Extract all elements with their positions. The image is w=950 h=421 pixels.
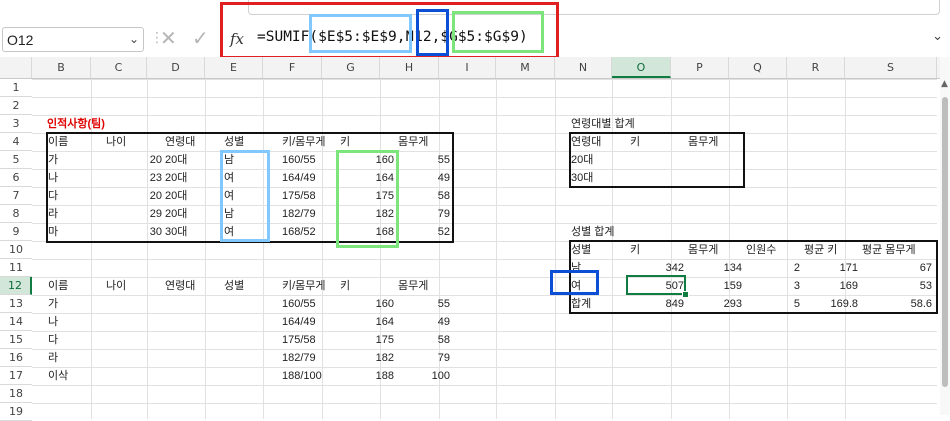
table2-cell[interactable]: 160 (340, 295, 394, 313)
scrollbar-thumb[interactable] (942, 97, 948, 387)
table2-cell[interactable]: 55 (398, 295, 450, 313)
row-header-18[interactable]: 18 (0, 385, 32, 403)
table2-cell[interactable]: 188/100 (282, 367, 322, 385)
table2-cell[interactable]: 나 (48, 313, 58, 331)
table2-cell[interactable]: 49 (398, 313, 450, 331)
table2-cell[interactable]: 188 (340, 367, 394, 385)
table2-cell[interactable]: 라 (48, 349, 58, 367)
scroll-up-icon[interactable]: ▲ (941, 79, 948, 89)
table2-header-weight: 몸무게 (398, 280, 429, 292)
table2-header-age: 나이 (106, 280, 127, 292)
row-header-2[interactable]: 2 (0, 97, 32, 115)
row-header-15[interactable]: 15 (0, 331, 32, 349)
table2-cell[interactable]: 175 (340, 331, 394, 349)
row-header-17[interactable]: 17 (0, 367, 32, 385)
row-header-3[interactable]: 3 (0, 115, 32, 133)
table2-cell[interactable]: 이삭 (48, 367, 68, 385)
age-table-title: 연령대별 합계 (571, 118, 635, 130)
check-icon[interactable]: ✓ (192, 26, 209, 50)
col-header-m[interactable]: M (496, 57, 555, 78)
criteria-cell-highlight (550, 270, 599, 295)
formula-highlight-range2 (452, 11, 544, 53)
table2-cell[interactable]: 79 (398, 349, 450, 367)
row-header-8[interactable]: 8 (0, 205, 32, 223)
table2-cell[interactable]: 175/58 (282, 331, 316, 349)
age-table-border (569, 132, 745, 188)
col-header-d[interactable]: D (147, 57, 205, 78)
active-cell-o12[interactable] (626, 275, 686, 295)
row-header-11[interactable]: 11 (0, 259, 32, 277)
chevron-down-icon[interactable]: ⌄ (129, 32, 139, 46)
gender-table-title: 성별 합계 (571, 226, 615, 238)
row-header-14[interactable]: 14 (0, 313, 32, 331)
table2-cell[interactable]: 182 (340, 349, 394, 367)
col-header-q[interactable]: Q (729, 57, 787, 78)
table2-cell[interactable]: 58 (398, 331, 450, 349)
table2-cell[interactable]: 164 (340, 313, 394, 331)
fill-handle[interactable] (682, 291, 689, 298)
row-header-16[interactable]: 16 (0, 349, 32, 367)
row-header-12[interactable]: 12 (0, 277, 32, 295)
gender-table-border (569, 240, 938, 314)
formula-highlight-range1 (309, 14, 412, 53)
vertical-scrollbar[interactable]: ▲ (940, 57, 950, 415)
col-header-f[interactable]: F (263, 57, 322, 78)
row-header-10[interactable]: 10 (0, 241, 32, 259)
table1-title: 인적사항(팀) (47, 118, 105, 130)
table2-header-name: 이름 (48, 280, 69, 292)
height-range-highlight (336, 150, 399, 248)
col-header-i[interactable]: I (439, 57, 496, 78)
column-headers: B C D E F G H I M N O P Q R S (0, 57, 950, 79)
row-header-5[interactable]: 5 (0, 151, 32, 169)
table2-cell[interactable]: 가 (48, 295, 58, 313)
col-header-b[interactable]: B (32, 57, 91, 78)
col-header-n[interactable]: N (555, 57, 612, 78)
row-header-6[interactable]: 6 (0, 169, 32, 187)
row-header-19[interactable]: 19 (0, 403, 32, 421)
table2-cell[interactable]: 100 (398, 367, 450, 385)
table2-cell[interactable]: 164/49 (282, 313, 316, 331)
col-header-c[interactable]: C (91, 57, 147, 78)
col-header-s[interactable]: S (845, 57, 937, 78)
col-header-e[interactable]: E (205, 57, 263, 78)
col-header-o[interactable]: O (612, 57, 671, 78)
table2-header-hw: 키/몸무게 (282, 280, 326, 292)
expand-formula-chevron-icon[interactable]: ⌄ (932, 29, 943, 44)
table2-cell[interactable]: 182/79 (282, 349, 316, 367)
row-header-7[interactable]: 7 (0, 187, 32, 205)
worksheet[interactable]: B C D E F G H I M N O P Q R S 1 2 3 4 5 … (0, 57, 950, 421)
table2-cell[interactable]: 다 (48, 331, 58, 349)
table2-header-gender: 성별 (224, 280, 245, 292)
table2-cell[interactable]: 160/55 (282, 295, 316, 313)
gender-range-highlight (220, 150, 270, 242)
col-header-h[interactable]: H (380, 57, 439, 78)
name-box[interactable]: O12 ⌄ (2, 27, 144, 52)
name-box-value: O12 (7, 32, 34, 48)
table2-header-agegroup: 연령대 (165, 280, 196, 292)
row-header-1[interactable]: 1 (0, 79, 32, 97)
formula-highlight-criteria (416, 9, 449, 56)
row-header-9[interactable]: 9 (0, 223, 32, 241)
table2-header-height: 키 (340, 280, 351, 292)
formula-bar-grip: ⋮ (150, 30, 165, 46)
row-header-13[interactable]: 13 (0, 295, 32, 313)
x-icon[interactable]: ✕ (160, 26, 177, 50)
select-all-corner[interactable] (0, 57, 32, 78)
col-header-r[interactable]: R (787, 57, 845, 78)
row-header-4[interactable]: 4 (0, 133, 32, 151)
col-header-p[interactable]: P (671, 57, 729, 78)
col-header-g[interactable]: G (322, 57, 380, 78)
